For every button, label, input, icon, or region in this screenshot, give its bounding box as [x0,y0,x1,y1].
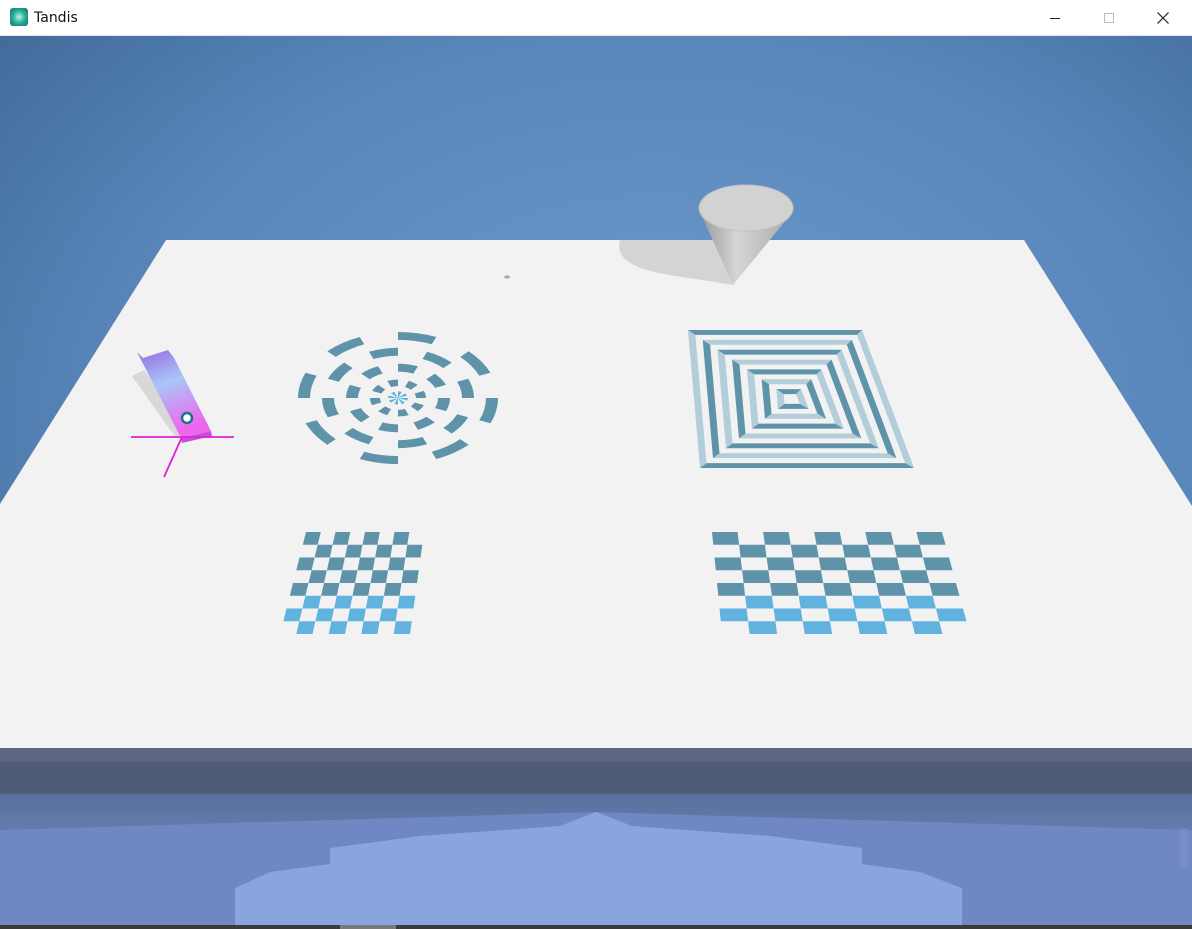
table-edge-top-band [0,748,1192,762]
close-button[interactable] [1136,0,1190,35]
edge-artifact [1180,828,1188,868]
scene-canvas[interactable] [0,36,1192,925]
maximize-icon [1104,12,1114,23]
bottom-scrollbar[interactable] [0,925,1192,929]
table-marker-dot [504,275,510,279]
minimize-button[interactable] [1028,0,1082,35]
window-title: Tandis [34,10,78,26]
minimize-icon [1050,17,1060,19]
close-icon [1157,11,1169,24]
flower-app-icon [10,8,28,26]
scrollbar-thumb[interactable] [340,925,396,929]
title-bar[interactable]: Tandis [0,0,1192,36]
app-window: Tandis [0,0,1192,929]
3d-viewport[interactable] [0,36,1192,929]
table-top [0,240,1192,748]
maximize-button[interactable] [1082,0,1136,35]
